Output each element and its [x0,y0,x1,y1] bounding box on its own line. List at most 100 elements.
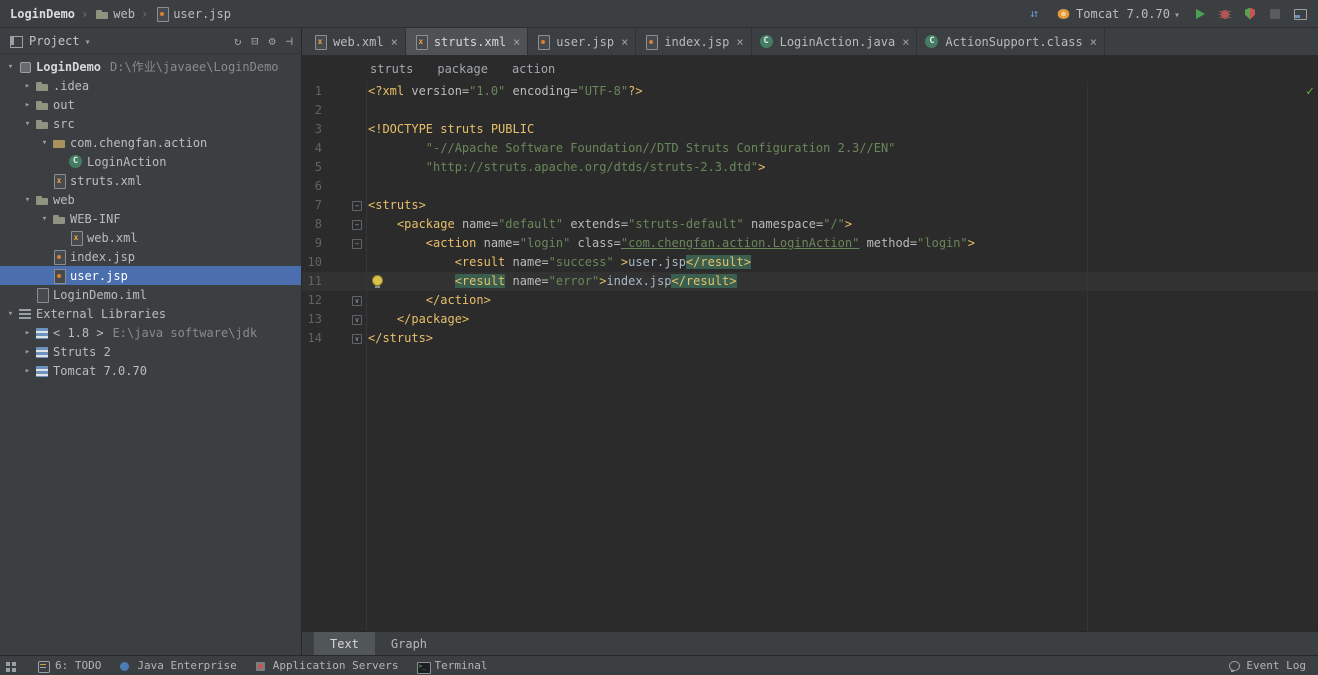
tree-item-logindemo[interactable]: ▾ LoginDemo D:\作业\javaee\LoginDemo [0,57,301,76]
tree-expanded-icon[interactable]: ▾ [4,62,17,72]
tree-expanded-icon[interactable]: ▾ [4,309,17,319]
tree-item-web[interactable]: ▾ web [0,190,301,209]
code-line-1[interactable]: 1 <?xml version="1.0" encoding="UTF-8"?> [302,82,1318,101]
code-line-8[interactable]: 8 − <package name="default" extends="stru… [302,215,1318,234]
tree-collapsed-icon[interactable]: ▸ [21,328,34,338]
statusbar-tool-switcher[interactable] [3,658,19,674]
editor-breadcrumb-struts[interactable]: struts [370,62,413,76]
editor-breadcrumb-package[interactable]: package [437,62,488,76]
code-line-6[interactable]: 6 [302,177,1318,196]
fold-column: ∨ [322,329,366,348]
tree-item-logindemo-iml[interactable]: LoginDemo.iml [0,285,301,304]
view-tab-text[interactable]: Text [314,632,375,655]
code-line-10[interactable]: 10 <result name="success" >user.jsp</res… [302,253,1318,272]
editor-tab-web-xml[interactable]: web.xml × [305,28,406,55]
window-breadcrumb-web[interactable]: web [92,6,137,22]
fold-start-icon[interactable]: − [352,219,362,230]
tree-item-struts-xml[interactable]: struts.xml [0,171,301,190]
statusbar-label: 6: TODO [55,659,102,672]
collapse-all-icon[interactable]: ⊟ [251,34,258,48]
code-line-13[interactable]: 13 ∨ </package> [302,310,1318,329]
run-button[interactable] [1192,6,1208,22]
tree-item-1-8[interactable]: ▸ < 1.8 > E:\java software\jdk [0,323,301,342]
editor-tab-loginaction-java[interactable]: LoginAction.java × [752,28,918,55]
tree-expanded-icon[interactable]: ▾ [21,195,34,205]
tree-expanded-icon[interactable]: ▾ [38,214,51,224]
chevron-down-icon[interactable] [85,34,91,48]
statusbar-java-enterprise[interactable]: Java Enterprise [117,658,237,674]
code-line-4[interactable]: 4 "-//Apache Software Foundation//DTD St… [302,139,1318,158]
fold-start-icon[interactable]: − [352,238,362,249]
editor-breadcrumb-action[interactable]: action [512,62,555,76]
statusbar-application-servers[interactable]: Application Servers [253,658,399,674]
editor-tab-struts-xml[interactable]: struts.xml × [405,28,529,55]
jsp-icon [51,249,67,265]
close-tab-icon[interactable]: × [1090,35,1097,49]
window-breadcrumb-logindemo[interactable]: LoginDemo [8,7,77,21]
tree-item-com-chengfan-action[interactable]: ▾ com.chengfan.action [0,133,301,152]
tree-item-idea[interactable]: ▸ .idea [0,76,301,95]
fold-end-icon[interactable]: ∨ [352,295,362,306]
tree-collapsed-icon[interactable]: ▸ [21,347,34,357]
tree-item-src[interactable]: ▾ src [0,114,301,133]
editor-tab-user-jsp[interactable]: user.jsp × [528,28,637,55]
panel-title[interactable]: Project [29,34,80,48]
tree-expanded-icon[interactable]: ▾ [38,138,51,148]
fold-end-icon[interactable]: ∨ [352,314,362,325]
intention-bulb-icon[interactable] [372,275,383,288]
debug-button[interactable] [1217,6,1233,22]
close-tab-icon[interactable]: × [513,35,520,49]
code-line-2[interactable]: 2 [302,101,1318,120]
tree-item-user-jsp[interactable]: user.jsp [0,266,301,285]
fold-start-icon[interactable]: − [352,200,362,211]
refresh-icon[interactable]: ↻ [234,34,241,48]
tree-item-struts-2[interactable]: ▸ Struts 2 [0,342,301,361]
code-line-5[interactable]: 5 "http://struts.apache.org/dtds/struts-… [302,158,1318,177]
code-line-12[interactable]: 12 ∨ </action> [302,291,1318,310]
tree-expanded-icon[interactable]: ▾ [21,119,34,129]
editor-tab-index-jsp[interactable]: index.jsp × [636,28,752,55]
window-breadcrumb-user-jsp[interactable]: user.jsp [152,6,233,22]
package-icon [51,135,67,151]
tree-item-out[interactable]: ▸ out [0,95,301,114]
update-app-button[interactable] [1028,6,1044,22]
tree-item-web-xml[interactable]: web.xml [0,228,301,247]
close-tab-icon[interactable]: × [902,35,909,49]
run-configuration-select[interactable]: Tomcat 7.0.70 [1053,5,1183,23]
editor-view-tabs: Text Graph [302,631,1318,655]
fold-end-icon[interactable]: ∨ [352,333,362,344]
tree-item-loginaction[interactable]: LoginAction [0,152,301,171]
close-tab-icon[interactable]: × [391,35,398,49]
hide-icon[interactable]: ⊣ [286,34,293,48]
code-line-3[interactable]: 3 <!DOCTYPE struts PUBLIC [302,120,1318,139]
code-line-9[interactable]: 9− <action name="login" class="com.cheng… [302,234,1318,253]
tree-item-index-jsp[interactable]: index.jsp [0,247,301,266]
tree-item-web-inf[interactable]: ▾ WEB-INF [0,209,301,228]
layout-button[interactable] [1292,6,1308,22]
close-tab-icon[interactable]: × [736,35,743,49]
editor-tab-actionsupport-class[interactable]: ActionSupport.class × [917,28,1105,55]
jsp-icon [154,6,170,22]
statusbar-event-log[interactable]: Event Log [1226,658,1306,674]
code-token: name= [512,255,549,269]
code-editor[interactable]: 1 <?xml version="1.0" encoding="UTF-8"?> 2… [302,82,1318,631]
code-line-14[interactable]: 14 ∨ </struts> [302,329,1318,348]
tree-collapsed-icon[interactable]: ▸ [21,100,34,110]
code-line-11[interactable]: 11 <result name="error">index.jsp</resul… [302,272,1318,291]
code-line-7[interactable]: 7 − <struts> [302,196,1318,215]
statusbar-terminal[interactable]: Terminal [415,658,488,674]
coverage-button[interactable] [1242,6,1258,22]
settings-icon[interactable]: ⚙ [269,34,276,48]
close-tab-icon[interactable]: × [621,35,628,49]
tree-collapsed-icon[interactable]: ▸ [21,366,34,376]
tree-item-external-libraries[interactable]: ▾ External Libraries [0,304,301,323]
statusbar-6-todo[interactable]: 6: TODO [35,658,101,674]
code-text: <!DOCTYPE struts PUBLIC [366,120,534,139]
view-tab-graph[interactable]: Graph [375,632,443,655]
tree-collapsed-icon[interactable]: ▸ [21,81,34,91]
inspection-ok-icon[interactable] [1306,84,1314,99]
tree-item-tomcat-7-0-70[interactable]: ▸ Tomcat 7.0.70 [0,361,301,380]
tree-item-label: .idea [53,78,90,93]
tomcat-icon [1056,6,1072,22]
